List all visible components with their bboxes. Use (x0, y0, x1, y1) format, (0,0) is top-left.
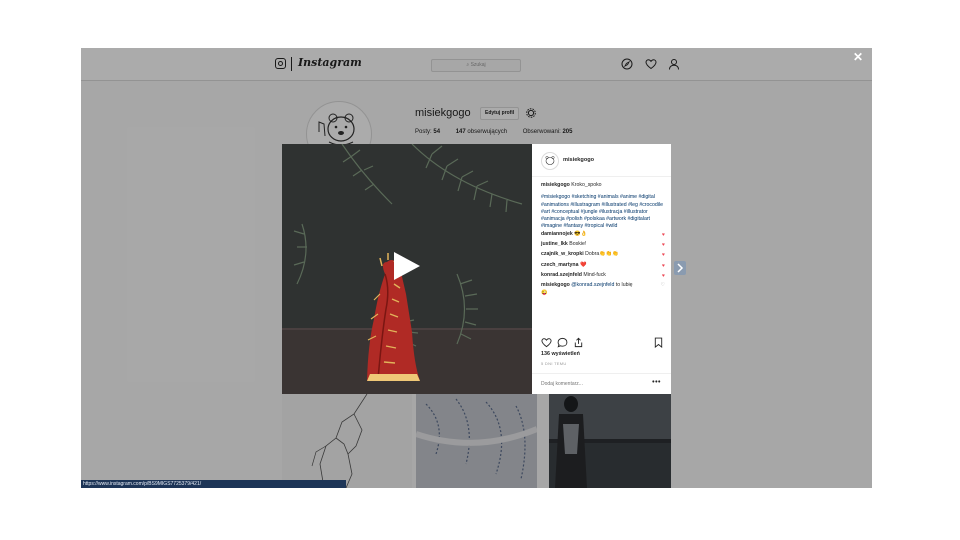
reply-like-heart-icon[interactable]: ♡ (661, 282, 665, 289)
comment-text: Mind-fuck (583, 271, 606, 278)
reply-emoji: 😜 (541, 289, 548, 296)
comment-row: czech_martyna ❤️ ♥ (541, 262, 665, 272)
reply-comment: misiekgogo @konrad.szejnfeld to lubię 😜 … (541, 282, 665, 297)
comment-username[interactable]: damiannojek (541, 231, 573, 237)
comment-text: ❤️ (579, 261, 587, 268)
comment-like-heart-icon[interactable]: ♥ (662, 273, 665, 280)
comment-text: Boskie! (569, 241, 587, 248)
post-caption: misiekgogo Kroko_spoko (541, 182, 665, 189)
comment-text: 😎👌 (574, 230, 588, 237)
close-button[interactable]: ✕ (853, 51, 863, 63)
comment-username[interactable]: konrad.szejnfeld (541, 272, 582, 278)
comment-row: damiannojek 😎👌 ♥ (541, 231, 665, 241)
reply-text: to lubię (615, 282, 633, 289)
post-detail-panel: misiekgogo misiekgogo Kroko_spoko #misie… (532, 144, 671, 394)
comment-row: czajnik_w_kropki Dobra👏👏👏 ♥ (541, 251, 665, 261)
post-author-username[interactable]: misiekgogo (563, 157, 594, 163)
comment-row: konrad.szejnfeld Mind-fuck ♥ (541, 272, 665, 282)
caption-username[interactable]: misiekgogo (541, 182, 570, 188)
post-header: misiekgogo (532, 144, 671, 177)
share-upload-icon[interactable] (573, 337, 584, 348)
post-author-avatar[interactable] (541, 152, 559, 170)
comment-like-heart-icon[interactable]: ♥ (662, 242, 665, 249)
more-options-button[interactable]: ••• (652, 379, 661, 386)
add-comment-bar: ••• (532, 373, 671, 395)
next-post-button[interactable] (674, 261, 686, 275)
comment-username[interactable]: czajnik_w_kropki (541, 251, 584, 257)
chevron-right-icon (677, 263, 684, 273)
hashtags[interactable]: #misiekgogo #sketching #animals #anime #… (541, 194, 665, 230)
like-heart-icon[interactable] (541, 337, 552, 348)
view-count[interactable]: 136 wyświetleń (541, 351, 580, 357)
add-comment-input[interactable] (541, 379, 641, 389)
comment-username[interactable]: justine_lkk (541, 241, 568, 247)
save-bookmark-icon[interactable] (653, 337, 664, 348)
bear-avatar-small-icon (545, 156, 555, 165)
reply-mention[interactable]: @konrad.szejnfeld (571, 282, 614, 288)
caption-text: Kroko_spoko (571, 182, 602, 188)
comments-section: misiekgogo Kroko_spoko #misiekgogo #sket… (541, 182, 665, 297)
reply-username[interactable]: misiekgogo (541, 282, 570, 288)
comment-like-heart-icon[interactable]: ♥ (662, 232, 665, 239)
comment-bubble-icon[interactable] (557, 337, 568, 348)
browser-status-url: https://www.instagram.com/p/BS9MIGS77253… (81, 480, 346, 488)
comment-row: justine_lkk Boskie! ♥ (541, 241, 665, 251)
comment-like-heart-icon[interactable]: ♥ (662, 252, 665, 259)
play-icon[interactable] (394, 252, 420, 280)
post-timestamp: 5 DNI TEMU (541, 361, 567, 366)
comment-like-heart-icon[interactable]: ♥ (662, 263, 665, 270)
post-actions (541, 337, 666, 349)
comment-text: Dobra👏👏👏 (585, 251, 619, 258)
comment-username[interactable]: czech_martyna (541, 262, 579, 268)
